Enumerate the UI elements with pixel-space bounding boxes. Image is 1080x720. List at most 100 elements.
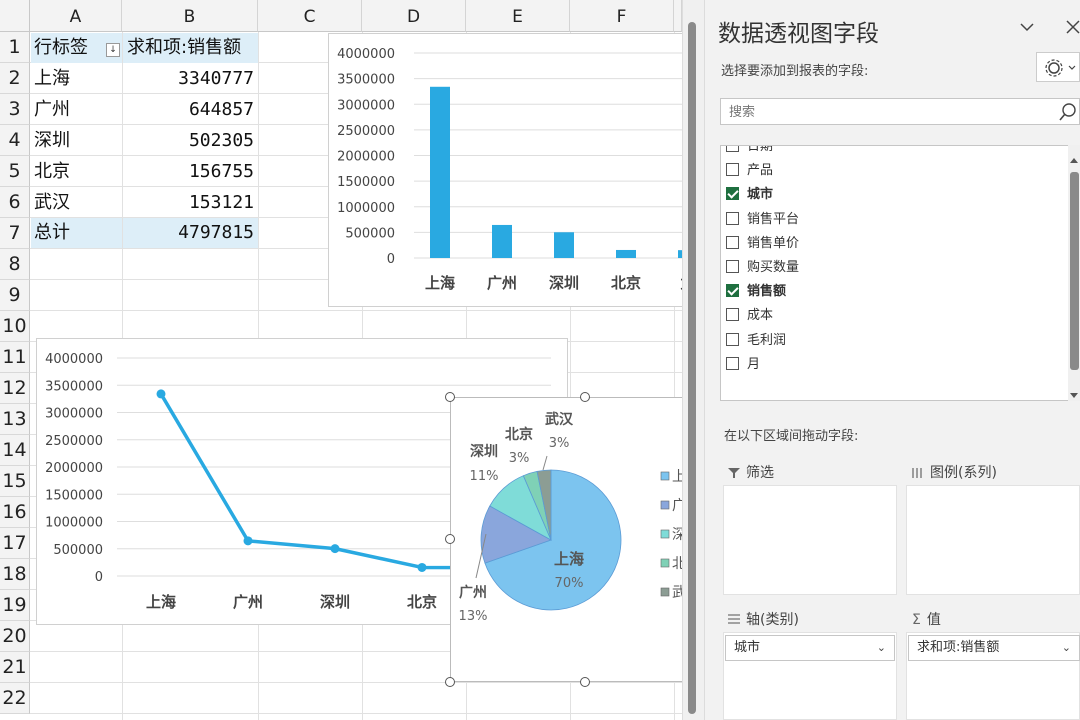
row-header-21[interactable]: 21 [0,652,30,683]
row-header-7[interactable]: 7 [0,218,30,249]
row-header-9[interactable]: 9 [0,280,30,311]
pivot-row-label[interactable]: 武汉 [31,188,122,218]
field-item[interactable]: 产品 [726,162,773,180]
search-input[interactable] [727,100,1051,125]
field-checkbox[interactable] [726,284,739,298]
close-icon[interactable] [1064,17,1080,37]
column-header-c[interactable]: C [258,0,362,32]
pivot-row-value[interactable]: 153121 [123,188,258,218]
row-header-15[interactable]: 15 [0,466,30,497]
field-checkbox[interactable] [726,356,739,370]
values-field-dropdown[interactable]: 求和项:销售额 ⌄ [908,635,1080,661]
row-header-13[interactable]: 13 [0,404,30,435]
search-icon[interactable] [1057,101,1079,123]
x-category-label: 广州 [487,274,517,292]
chevron-down-icon[interactable]: ⌄ [1062,636,1071,660]
row-header-12[interactable]: 12 [0,373,30,404]
pivot-row-value[interactable]: 502305 [123,126,258,156]
column-header-g-partial[interactable] [674,0,682,32]
column-header-f[interactable]: F [570,0,674,32]
select-all-corner[interactable] [0,0,30,32]
field-checkbox[interactable] [726,332,739,346]
resize-handle-top-left[interactable] [445,392,455,402]
field-label: 销售额 [747,284,787,300]
resize-handle-top-middle[interactable] [580,392,590,402]
pivot-total-label[interactable]: 总计 [31,218,122,248]
resize-handle-bottom-middle[interactable] [580,677,590,687]
chevron-down-icon[interactable] [1016,16,1038,38]
pivot-row-label[interactable]: 上海 [31,64,122,94]
row-header-18[interactable]: 18 [0,559,30,590]
pivot-row-value[interactable]: 156755 [123,157,258,187]
row-header-19[interactable]: 19 [0,590,30,621]
field-checkbox[interactable] [726,163,739,177]
axis-field-label: 城市 [734,640,761,655]
field-label: 产品 [747,163,774,179]
column-header-b[interactable]: B [122,0,258,32]
field-checkbox[interactable] [726,260,739,273]
row-header-16[interactable]: 16 [0,497,30,528]
y-tick-label: 2500000 [337,124,395,139]
row-header-3[interactable]: 3 [0,94,30,125]
x-category-label: 上海 [425,274,455,292]
row-header-1[interactable]: 1 [0,32,30,63]
pivot-row-label[interactable]: 北京 [31,157,122,187]
row-header-11[interactable]: 11 [0,342,30,373]
field-checkbox[interactable] [726,187,739,201]
field-item[interactable]: 销售单价 [726,235,799,253]
row-header-4[interactable]: 4 [0,125,30,156]
leader-line [542,455,548,471]
field-checkbox[interactable] [726,211,739,225]
legend-drop-zone[interactable] [906,485,1080,595]
scroll-down-arrow-icon[interactable] [1069,386,1079,398]
field-item[interactable]: 城市 [726,186,773,204]
field-checkbox[interactable] [726,308,739,322]
field-list[interactable]: 日期产品城市销售平台销售单价购买数量销售额成本毛利润月 [720,145,1072,401]
field-item[interactable]: 月 [726,356,760,374]
bar-chart[interactable]: 4000000 3500000 3000000 2500000 2000000 15000… [328,33,682,307]
field-checkbox[interactable] [726,146,739,152]
filter-dropdown-icon[interactable]: ↓ [106,43,120,57]
column-header-a[interactable]: A [30,0,122,32]
field-checkbox[interactable] [726,235,739,249]
field-item[interactable]: 毛利润 [726,332,786,350]
pivot-row-label[interactable]: 广州 [31,95,122,125]
field-item[interactable]: 销售平台 [726,211,799,229]
pivot-row-value[interactable]: 644857 [123,95,258,125]
chevron-down-icon[interactable]: ⌄ [877,636,886,660]
pivot-row-label[interactable]: 深圳 [31,126,122,156]
column-header-d[interactable]: D [362,0,466,32]
worksheet[interactable]: A B C D E F 1 2 3 4 5 6 7 8 9 10 11 12 13 14 15 16 17 18 1… [0,0,682,720]
row-header-2[interactable]: 2 [0,63,30,94]
row-header-5[interactable]: 5 [0,156,30,187]
field-item[interactable]: 成本 [726,307,773,325]
resize-handle-bottom-left[interactable] [445,677,455,687]
field-list-scrollbar-thumb[interactable] [1070,172,1079,370]
pie-chart-plot: 上海 70% 广州 13% 深圳 11% 北京 3% 武汉 3% 上广深北武 [459,411,682,624]
pivot-header-row-label[interactable]: 行标签 ↓ [31,33,122,63]
row-header-6[interactable]: 6 [0,187,30,218]
scroll-up-arrow-icon[interactable] [1069,150,1079,163]
row-header-14[interactable]: 14 [0,435,30,466]
field-item[interactable]: 购买数量 [726,259,799,277]
tools-gear-button[interactable] [1036,52,1080,82]
row-header-10[interactable]: 10 [0,311,30,342]
field-item[interactable]: 销售额 [726,283,786,301]
row-header-8[interactable]: 8 [0,249,30,280]
line-point [330,544,340,554]
field-item[interactable]: 日期 [726,146,773,156]
pie-chart[interactable]: 上海 70% 广州 13% 深圳 11% 北京 3% 武汉 3% 上广深北武 [450,397,682,682]
pivot-row-value[interactable]: 3340777 [123,64,258,94]
pivot-header-value[interactable]: 求和项:销售额 [123,33,258,63]
row-header-20[interactable]: 20 [0,621,30,652]
pivot-total-value[interactable]: 4797815 [123,218,258,248]
column-header-e[interactable]: E [466,0,570,32]
legend-swatch [660,558,670,568]
axis-field-dropdown[interactable]: 城市 ⌄ [725,635,895,661]
scrollbar-thumb[interactable] [688,22,696,714]
resize-handle-middle-left[interactable] [445,534,455,544]
row-header-22[interactable]: 22 [0,683,30,714]
field-search-box[interactable] [720,98,1080,125]
row-header-17[interactable]: 17 [0,528,30,559]
filter-drop-zone[interactable] [723,485,897,595]
